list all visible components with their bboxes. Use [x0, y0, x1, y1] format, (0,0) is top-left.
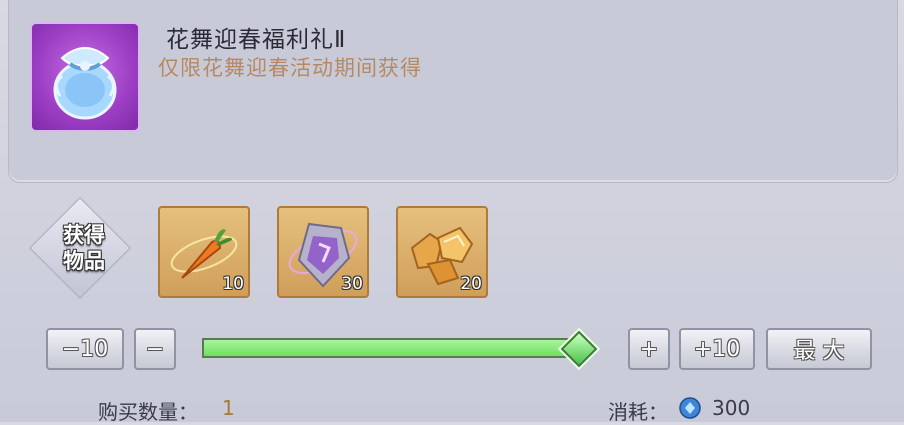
gain-label: 获得 物品 — [48, 222, 120, 274]
quantity-slider-track[interactable] — [202, 338, 578, 358]
max-button[interactable]: 最 大 — [766, 328, 872, 370]
gain-label-line1: 获得 — [63, 222, 105, 247]
purchase-quantity-label: 购买数量： — [98, 400, 198, 424]
plus-button[interactable]: + — [628, 328, 670, 370]
gift-bag-icon — [30, 22, 140, 132]
gain-label-line2: 物品 — [63, 248, 105, 273]
item-subtitle: 仅限花舞迎春活动期间获得 — [158, 56, 422, 80]
minus-ten-button[interactable]: −10 — [46, 328, 124, 370]
cost-value: 300 — [712, 396, 751, 420]
item-title: 花舞迎春福利礼Ⅱ — [166, 27, 347, 53]
reward-count: 30 — [341, 274, 363, 294]
diamond-gem-icon — [678, 396, 702, 420]
quantity-slider-fill — [204, 340, 576, 356]
minus-button[interactable]: − — [134, 328, 176, 370]
item-info-panel — [8, 0, 898, 183]
cost-label: 消耗： — [608, 400, 668, 424]
reward-count: 20 — [460, 274, 482, 294]
reward-item-carrot[interactable]: 10 — [158, 206, 250, 298]
reward-item-gold-ore[interactable]: 20 — [396, 206, 488, 298]
purchase-quantity-value: 1 — [222, 396, 235, 420]
reward-item-crystal[interactable]: 30 — [277, 206, 369, 298]
reward-count: 10 — [222, 274, 244, 294]
quantity-slider-handle[interactable] — [560, 330, 598, 368]
plus-ten-button[interactable]: +10 — [679, 328, 755, 370]
